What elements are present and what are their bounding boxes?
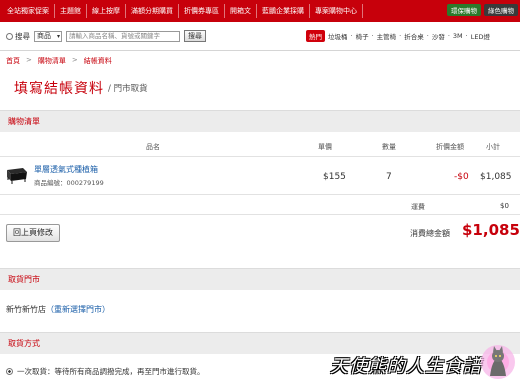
search-input[interactable]: 請輸入商品名稱、貨號或關鍵字: [66, 30, 180, 42]
nav-item-coupon[interactable]: 折價券專區: [179, 4, 225, 18]
page-subtitle: / 門市取貨: [108, 84, 148, 94]
change-store-link[interactable]: （重新選擇門市）: [46, 305, 110, 314]
table-divider: [0, 156, 520, 157]
hot-badge: 熱門: [306, 30, 325, 42]
product-qty: 7: [386, 172, 392, 182]
search-button[interactable]: 搜尋: [184, 30, 206, 42]
pickup-option: 一次取貨：等待所有商品調撥完成，再至門市進行取貨。: [6, 366, 205, 377]
pickup-section-header: 取貨方式: [0, 332, 520, 354]
green-shopping-badge[interactable]: 綠色購物: [484, 4, 518, 16]
nav-item-promo[interactable]: 全站獨家促案: [2, 4, 55, 18]
table-divider: [0, 194, 520, 195]
eco-shopping-badge[interactable]: 環保購物: [447, 4, 481, 16]
watermark-signature: 天使熊的人生食譜: [330, 356, 482, 377]
total-label: 消費總金額: [410, 229, 450, 238]
column-qty: 數量: [382, 143, 396, 151]
column-price: 單價: [318, 143, 332, 151]
hot-keywords: 熱門 垃圾桶 · 椅子 · 主管椅 · 折合桌 · 沙發 · 3M · LED燈: [306, 30, 490, 42]
breadcrumb: 首頁 > 購物清單 > 結帳資料: [6, 56, 112, 66]
pickup-radio[interactable]: [6, 368, 13, 375]
product-price: $155: [323, 172, 346, 182]
nav-item-theme[interactable]: 主題館: [55, 4, 87, 18]
shipping-label: 運費: [411, 203, 425, 211]
search-category-value: 商品: [37, 31, 51, 40]
breadcrumb-separator: >: [26, 56, 32, 64]
column-discount: 折價金額: [436, 143, 464, 151]
top-navigation: 全站獨家促案 主題館 線上按摩 滿額分期購買 折價券專區 開箱文 藍鵬企業採購 …: [0, 0, 520, 22]
product-thumbnail: [7, 168, 27, 184]
product-discount: -$0: [454, 172, 469, 182]
store-section-header: 取貨門市: [0, 268, 520, 290]
table-divider: [0, 214, 520, 215]
promo-badges: 環保購物 綠色購物: [447, 4, 518, 16]
column-subtotal: 小計: [486, 143, 500, 151]
product-name-link[interactable]: 單層透氣式種植箱: [34, 164, 98, 175]
breadcrumb-home[interactable]: 首頁: [6, 56, 20, 66]
chevron-down-icon: ▾: [56, 32, 60, 40]
product-subtotal: $1,085: [480, 172, 512, 182]
total-value: $1,085: [462, 221, 520, 239]
hot-word[interactable]: 3M: [453, 32, 463, 40]
breadcrumb-separator: >: [71, 56, 78, 64]
column-name: 品名: [146, 143, 160, 151]
shipping-value: $0: [500, 202, 509, 210]
breadcrumb-checkout: 結帳資料: [83, 57, 112, 65]
page-title: 填寫結帳資料: [14, 81, 104, 97]
hot-word[interactable]: LED燈: [471, 31, 490, 41]
store-info: 新竹新竹店（重新選擇門市）: [6, 304, 110, 315]
nav-item-enterprise[interactable]: 藍鵬企業採購: [257, 4, 310, 18]
product-code: 商品編號：000279199: [34, 179, 104, 187]
search-label: 搜尋: [15, 31, 30, 41]
nav-item-mall[interactable]: 專案購物中心: [310, 4, 363, 18]
cat-logo-icon: [481, 345, 515, 379]
header-divider: [0, 50, 520, 51]
nav-item-installment[interactable]: 滿額分期購買: [126, 4, 179, 18]
hot-word[interactable]: 垃圾桶: [328, 31, 348, 41]
breadcrumb-cart[interactable]: 購物清單: [38, 56, 66, 66]
nav-item-unboxing[interactable]: 開箱文: [225, 4, 257, 18]
hot-word[interactable]: 折合桌: [404, 31, 424, 41]
back-edit-button[interactable]: 回上頁修改: [6, 224, 60, 242]
hot-word[interactable]: 沙發: [432, 31, 445, 41]
search-category-select[interactable]: 商品 ▾: [34, 30, 62, 42]
pickup-option-label: 一次取貨：等待所有商品調撥完成，再至門市進行取貨。: [17, 367, 205, 376]
nav-item-massage[interactable]: 線上按摩: [87, 4, 126, 18]
hot-word[interactable]: 主管椅: [377, 31, 397, 41]
cart-section-header: 購物清單: [0, 110, 520, 132]
hot-word[interactable]: 椅子: [356, 31, 369, 41]
store-name: 新竹新竹店: [6, 305, 46, 314]
search-radio[interactable]: [6, 32, 13, 40]
